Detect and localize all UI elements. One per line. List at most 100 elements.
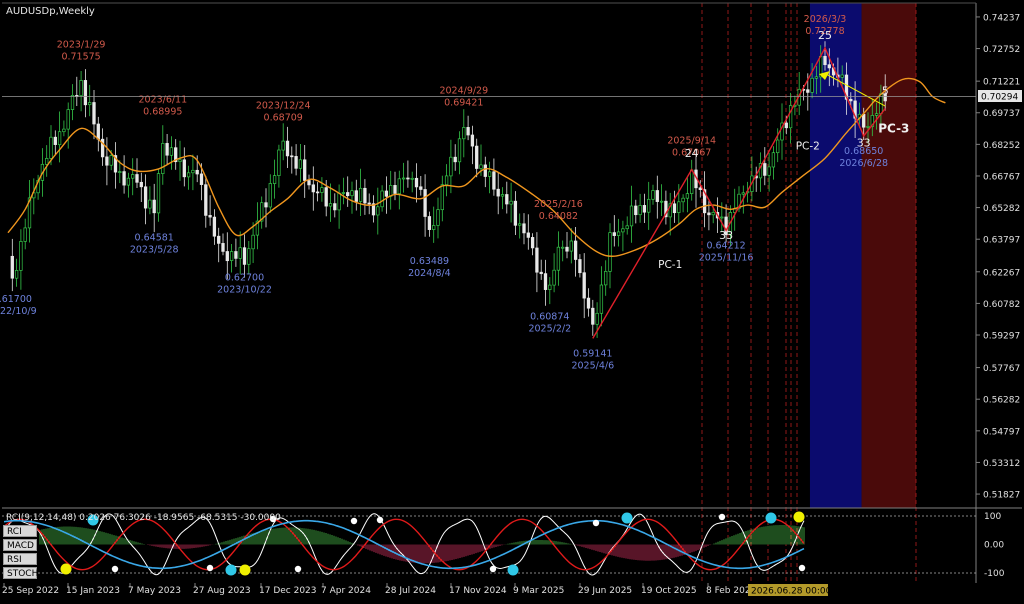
- candle: [165, 134, 169, 165]
- candle-body: [771, 152, 776, 168]
- chart-canvas[interactable]: 0.715752023/1/290.689952023/6/110.687092…: [0, 0, 1024, 600]
- candle: [229, 244, 234, 273]
- candle: [161, 125, 165, 185]
- candle-body: [152, 199, 156, 214]
- y-axis-label: 0.68252: [983, 141, 1020, 151]
- candle-body: [862, 113, 866, 128]
- osc-signal-marker: [60, 563, 72, 575]
- candle: [565, 232, 569, 259]
- candle: [135, 158, 139, 188]
- candle: [414, 163, 419, 203]
- wave-count-label: 33: [719, 229, 733, 242]
- candle-body: [526, 232, 530, 238]
- candle: [526, 214, 530, 250]
- candle: [139, 172, 143, 202]
- candle-body: [337, 192, 341, 211]
- chart-window[interactable]: 0.71575 2023/1/29 0.68995 2023/6/11 0.68709 2…: [0, 0, 1024, 600]
- candle: [492, 158, 496, 196]
- stoch-indicator-button[interactable]: STOCH: [3, 567, 38, 579]
- osc-signal-marker: [765, 512, 777, 524]
- osc-dot: [206, 564, 214, 572]
- candle-body: [397, 178, 401, 194]
- candle-body: [599, 284, 604, 314]
- candle-body: [354, 190, 358, 202]
- candle-body: [453, 156, 457, 163]
- candle-body: [767, 166, 771, 176]
- candle-body: [475, 145, 479, 169]
- candle: [466, 115, 470, 141]
- candle-body: [83, 80, 88, 106]
- price-label-date: 2024/8/4: [408, 268, 451, 279]
- macd-indicator-button[interactable]: MACD: [3, 539, 37, 551]
- candle-body: [212, 216, 217, 237]
- candle: [397, 170, 401, 210]
- candle-body: [221, 243, 225, 252]
- candle: [260, 196, 264, 229]
- pc-label: PC-2: [796, 141, 820, 153]
- y-axis-label: 0.57767: [983, 364, 1020, 374]
- candle: [681, 194, 685, 213]
- price-label-date: 2022/10/9: [0, 306, 37, 317]
- candle-body: [685, 193, 690, 199]
- rsi-indicator-button[interactable]: RSI: [3, 553, 37, 565]
- candle-body: [57, 131, 62, 146]
- candle-body: [294, 156, 298, 169]
- wave-count-label: 24: [685, 147, 699, 160]
- candle: [664, 190, 668, 225]
- price-label-date: 2025/2/2: [528, 323, 571, 334]
- y-axis-label: 0.59297: [983, 332, 1020, 342]
- candle: [432, 206, 436, 243]
- candle-body: [303, 159, 307, 181]
- candle-body: [178, 159, 182, 162]
- candle: [462, 109, 466, 158]
- candle: [690, 159, 694, 201]
- candle-body: [70, 95, 75, 110]
- candle-body: [634, 205, 638, 216]
- candle: [281, 123, 285, 161]
- candle-body: [518, 223, 522, 226]
- candle-body: [358, 187, 363, 202]
- candle-body: [208, 215, 212, 218]
- candle: [500, 187, 505, 210]
- candle: [552, 253, 556, 293]
- candle-body: [840, 74, 844, 78]
- candle-body: [10, 255, 14, 279]
- price-label-date: 2026/6/28: [839, 158, 888, 169]
- wave-count-label: 5: [882, 84, 889, 97]
- candle: [642, 193, 647, 223]
- chart-title: AUDUSDp,Weekly: [6, 6, 95, 17]
- candle: [453, 144, 457, 171]
- candle: [212, 209, 217, 245]
- candle-body: [487, 171, 492, 177]
- candle-body: [548, 284, 552, 290]
- candle: [148, 186, 152, 215]
- candle: [518, 213, 522, 239]
- candle-body: [586, 297, 591, 309]
- candle-body: [591, 307, 595, 325]
- candle-body: [320, 187, 324, 193]
- candle-body: [182, 159, 186, 178]
- candle: [371, 195, 376, 223]
- osc-signal-marker: [793, 511, 805, 523]
- candle-body: [483, 164, 487, 177]
- rci-indicator-button[interactable]: RCI: [3, 525, 37, 537]
- candle: [14, 258, 19, 287]
- candle-body: [406, 177, 410, 180]
- candle: [221, 233, 225, 256]
- price-label-value: 0.71575: [61, 52, 100, 63]
- price-label-date: 2025/4/6: [571, 360, 614, 371]
- candle: [341, 177, 346, 205]
- candle-body: [651, 190, 655, 200]
- candle-body: [311, 184, 315, 193]
- y-axis-label: 0.54797: [983, 427, 1020, 437]
- candle-body: [462, 127, 466, 140]
- candle-body: [763, 163, 767, 176]
- candle: [393, 171, 397, 201]
- candle-body: [225, 251, 229, 262]
- current-price-label: 0.70294: [981, 93, 1018, 103]
- candle-body: [638, 205, 642, 216]
- candle-body: [522, 223, 526, 234]
- candle: [358, 168, 363, 216]
- candle-body: [556, 246, 561, 271]
- candle: [346, 176, 350, 207]
